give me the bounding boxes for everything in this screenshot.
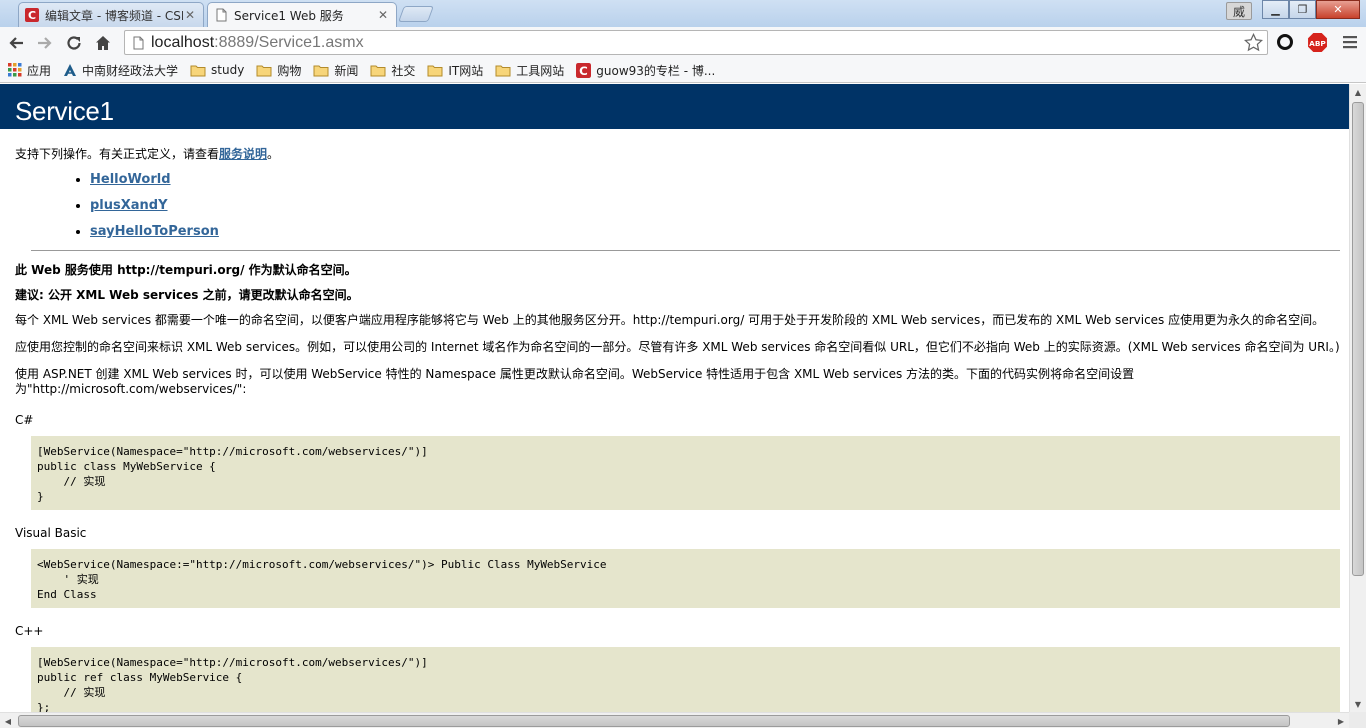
bookmark-label: guow93的专栏 - 博... [596, 63, 716, 78]
horizontal-scroll-thumb[interactable] [18, 715, 1290, 727]
csdn-icon: C [576, 62, 592, 78]
close-tab-icon[interactable]: ✕ [183, 8, 197, 22]
apps-grid-icon [8, 63, 22, 77]
maximize-button[interactable]: ❐ [1289, 0, 1316, 19]
namespace-recommendation: 建议: 公开 XML Web services 之前，请更改默认命名空间。 [15, 288, 359, 302]
page-icon [133, 36, 144, 49]
circle-icon [1277, 34, 1293, 50]
menu-button[interactable] [1338, 30, 1362, 54]
profile-badge[interactable]: 威 [1226, 2, 1252, 20]
browser-toolbar: localhost:8889/Service1.asmx ABP [0, 27, 1366, 58]
new-tab-button[interactable] [398, 6, 434, 22]
namespace-notice: 此 Web 服务使用 http://tempuri.org/ 作为默认命名空间。 [15, 263, 357, 277]
bookmark-star-icon[interactable] [1244, 33, 1263, 52]
list-item: sayHelloToPerson [90, 224, 1340, 239]
svg-text:C: C [579, 63, 588, 77]
scroll-left-arrow-icon[interactable]: ◀ [0, 713, 16, 728]
folder-icon [190, 65, 206, 76]
bookmark-apps[interactable]: 应用 [8, 62, 51, 79]
tab-strip: C 编辑文章 - 博客频道 - CSI ✕ Service1 Web 服务 ✕ … [0, 0, 1366, 27]
bookmark-folder-study[interactable]: study [190, 63, 244, 77]
code-sample-csharp: [WebService(Namespace="http://microsoft.… [31, 436, 1340, 510]
page-title: Service1 [0, 84, 1349, 129]
tab-service1[interactable]: Service1 Web 服务 ✕ [207, 2, 397, 27]
bookmark-folder-tools[interactable]: 工具网站 [495, 62, 564, 79]
scroll-right-arrow-icon[interactable]: ▶ [1333, 713, 1349, 728]
code-sample-vb: <WebService(Namespace:="http://microsoft… [31, 549, 1340, 608]
back-button[interactable] [3, 30, 29, 56]
close-tab-icon[interactable]: ✕ [376, 8, 390, 22]
address-bar[interactable]: localhost:8889/Service1.asmx [124, 30, 1268, 55]
scroll-down-arrow-icon[interactable]: ▼ [1350, 696, 1366, 712]
bookmark-label: 中南财经政法大学 [82, 63, 179, 78]
operations-list: HelloWorld plusXandY sayHelloToPerson [90, 172, 1340, 239]
forward-button[interactable] [32, 30, 58, 56]
divider [31, 250, 1340, 251]
bookmark-folder-it-sites[interactable]: IT网站 [427, 62, 483, 79]
back-arrow-icon [9, 36, 23, 49]
folder-icon [427, 65, 443, 76]
hamburger-menu-icon [1343, 36, 1357, 49]
bookmark-label: 应用 [27, 63, 52, 78]
vertical-scroll-thumb[interactable] [1352, 102, 1364, 576]
page-icon [216, 8, 227, 22]
bookmark-label: 购物 [277, 63, 302, 78]
operation-link-plusxandy[interactable]: plusXandY [90, 198, 168, 213]
intro-text: 支持下列操作。有关正式定义，请查看服务说明。 [15, 147, 280, 161]
tab-title: Service1 Web 服务 [234, 8, 344, 23]
bookmark-label: 社交 [391, 63, 416, 78]
adblock-plus-icon: ABP [1307, 32, 1327, 52]
code-sample-cpp: [WebService(Namespace="http://microsoft.… [31, 647, 1340, 712]
folder-icon [495, 65, 511, 76]
abp-label: ABP [1309, 39, 1326, 48]
bookmark-znufe[interactable]: 中南财经政法大学 [63, 62, 178, 79]
bookmark-label: IT网站 [448, 63, 484, 78]
namespace-paragraph-3: 使用 ASP.NET 创建 XML Web services 时，可以使用 We… [15, 367, 1135, 396]
home-button[interactable] [90, 30, 116, 56]
bookmark-label: 新闻 [334, 63, 359, 78]
window-controls: ▁ ❐ ✕ [1262, 0, 1360, 19]
school-logo-icon [64, 64, 77, 76]
bookmark-folder-news[interactable]: 新闻 [313, 62, 358, 79]
code-sample-language: C# [15, 413, 34, 427]
folder-icon [313, 65, 329, 76]
circle-extension-button[interactable] [1273, 30, 1297, 54]
tab-csdn-editor[interactable]: C 编辑文章 - 博客频道 - CSI ✕ [18, 2, 204, 27]
close-window-button[interactable]: ✕ [1316, 0, 1360, 19]
home-icon [96, 35, 110, 50]
tab-title: 编辑文章 - 博客频道 - CSI [45, 8, 183, 23]
vertical-scrollbar[interactable]: ▲ ▼ [1349, 84, 1366, 712]
forward-arrow-icon [38, 36, 52, 49]
code-sample-language: Visual Basic [15, 526, 87, 540]
horizontal-scrollbar[interactable]: ◀ ▶ [0, 712, 1349, 728]
operation-link-sayhellotoperson[interactable]: sayHelloToPerson [90, 224, 219, 239]
scroll-up-arrow-icon[interactable]: ▲ [1350, 84, 1366, 100]
url-text: localhost:8889/Service1.asmx [151, 33, 364, 51]
folder-icon [256, 65, 272, 76]
bookmarks-bar: 应用 中南财经政法大学 study 购物 新闻 社交 IT网站 工具网站 C g… [0, 58, 1366, 83]
list-item: plusXandY [90, 198, 1340, 213]
namespace-paragraph-2: 应使用您控制的命名空间来标识 XML Web services。例如，可以使用公… [15, 340, 1340, 354]
bookmark-csdn-blog[interactable]: C guow93的专栏 - 博... [576, 62, 715, 79]
minimize-button[interactable]: ▁ [1262, 0, 1289, 19]
bookmark-folder-shopping[interactable]: 购物 [256, 62, 301, 79]
operation-link-helloworld[interactable]: HelloWorld [90, 172, 171, 187]
service-description-link[interactable]: 服务说明 [219, 147, 267, 161]
folder-icon [370, 65, 386, 76]
namespace-paragraph-1: 每个 XML Web services 都需要一个唯一的命名空间，以便客户端应用… [15, 313, 1325, 327]
code-sample-language: C++ [15, 624, 44, 638]
csdn-icon: C [25, 8, 39, 22]
page-viewport: Service1 支持下列操作。有关正式定义，请查看服务说明。 HelloWor… [0, 84, 1349, 712]
scrollbar-corner [1349, 712, 1366, 728]
bookmark-label: study [211, 63, 245, 77]
page-content: 支持下列操作。有关正式定义，请查看服务说明。 HelloWorld plusXa… [0, 145, 1349, 712]
adblock-plus-button[interactable]: ABP [1305, 30, 1329, 54]
list-item: HelloWorld [90, 172, 1340, 187]
reload-icon [67, 35, 81, 50]
svg-text:C: C [28, 9, 36, 22]
bookmark-label: 工具网站 [516, 63, 565, 78]
bookmark-folder-social[interactable]: 社交 [370, 62, 415, 79]
reload-button[interactable] [61, 30, 87, 56]
